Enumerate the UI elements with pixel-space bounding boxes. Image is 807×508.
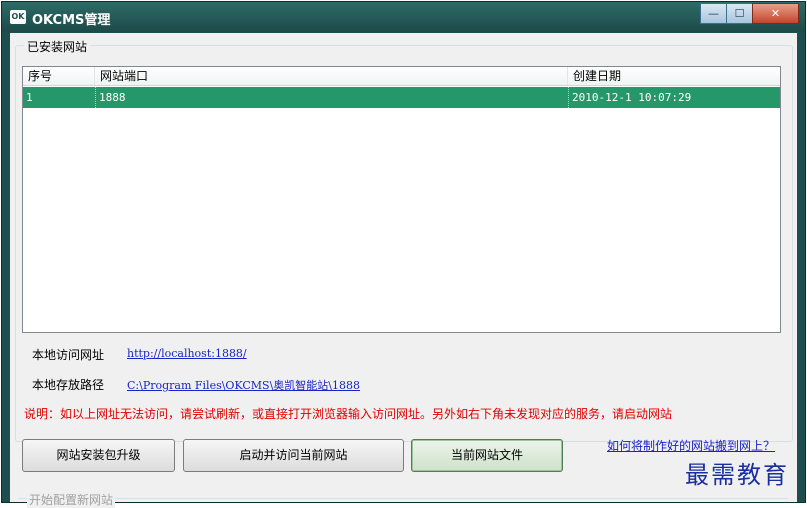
- local-url-label: 本地访问网址: [32, 348, 105, 362]
- sites-list[interactable]: 序号 网站端口 创建日期 1 1888 2010-12-1 10:07:29: [22, 66, 781, 333]
- row-port: 1888: [95, 87, 568, 108]
- column-header-created[interactable]: 创建日期: [568, 67, 780, 85]
- row-created: 2010-12-1 10:07:29: [568, 87, 780, 108]
- instruction-note: 说明：如以上网址无法访问，请尝试刷新，或直接打开浏览器输入访问网址。另外如右下角…: [24, 407, 673, 421]
- column-header-index[interactable]: 序号: [23, 67, 95, 85]
- row-index: 1: [26, 91, 33, 104]
- window-controls: — ☐ ✕: [700, 3, 799, 24]
- table-row[interactable]: 1 1888 2010-12-1 10:07:29: [23, 87, 780, 108]
- new-site-group: [18, 498, 788, 499]
- app-icon: OK: [10, 10, 26, 24]
- client-area: 已安装网站 序号 网站端口 创建日期 1 1888 2010-12-1 10:0…: [10, 33, 797, 508]
- watermark-text: 最需教育: [685, 461, 789, 489]
- close-icon[interactable]: ✕: [752, 3, 799, 24]
- app-window: OK OKCMS管理 — ☐ ✕ 已安装网站 序号 网站端口 创建日期 1 18…: [1, 1, 806, 508]
- installed-sites-label: 已安装网站: [24, 38, 91, 55]
- minimize-icon[interactable]: —: [700, 3, 727, 24]
- local-path-link[interactable]: C:\Program Files\OKCMS\奥凯智能站\1888: [127, 377, 360, 393]
- start-visit-button[interactable]: 启动并访问当前网站: [183, 439, 404, 472]
- current-files-button[interactable]: 当前网站文件: [411, 439, 563, 472]
- column-header-port[interactable]: 网站端口: [95, 67, 568, 85]
- help-link[interactable]: 如何将制作好的网站搬到网上？: [607, 437, 775, 454]
- local-url-link[interactable]: http://localhost:1888/: [127, 347, 247, 360]
- maximize-icon[interactable]: ☐: [726, 3, 753, 24]
- title-bar[interactable]: OK OKCMS管理 — ☐ ✕: [2, 2, 805, 32]
- upgrade-package-button[interactable]: 网站安装包升级: [22, 439, 175, 472]
- new-site-group-label: 开始配置新网站: [27, 491, 116, 508]
- local-path-label: 本地存放路径: [32, 378, 105, 392]
- list-header: 序号 网站端口 创建日期: [23, 67, 780, 86]
- window-title: OKCMS管理: [32, 13, 111, 28]
